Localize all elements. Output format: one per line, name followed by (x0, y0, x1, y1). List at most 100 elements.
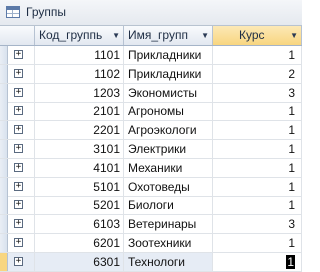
cell-code[interactable]: 2201 (35, 121, 124, 140)
cell-name[interactable]: Биологи (124, 196, 213, 215)
row-selector[interactable] (0, 234, 8, 252)
table-icon (6, 6, 20, 18)
datasheet-window: Группы Код_группь ▼ Имя_групп ▼ Курс ▼ +… (0, 0, 302, 272)
table-row[interactable]: +1203 Экономисты 3 (0, 83, 302, 103)
cell-code[interactable]: 2101 (35, 102, 124, 121)
expand-plus-icon[interactable]: + (14, 219, 23, 229)
row-expander: + (9, 215, 35, 234)
table-row[interactable]: +5201 Биологи 1 (0, 196, 302, 216)
chevron-down-icon[interactable]: ▼ (201, 26, 209, 45)
cell-course-value-selected[interactable]: 1 (286, 254, 295, 269)
cell-code[interactable]: 1102 (35, 64, 124, 83)
expand-plus-icon[interactable]: + (14, 200, 23, 210)
row-selector[interactable] (0, 64, 8, 83)
table-row[interactable]: +6301 Технологи 1 (0, 252, 302, 272)
cell-course[interactable]: 2 (213, 64, 302, 83)
table-row[interactable]: +3101 Электрики 1 (0, 140, 302, 159)
cell-code[interactable]: 6301 (35, 252, 124, 271)
cell-code[interactable]: 1203 (35, 83, 124, 102)
row-selector[interactable] (0, 83, 8, 102)
cell-name[interactable]: Экономисты (124, 83, 213, 102)
cell-code[interactable]: 5201 (35, 196, 124, 215)
cell-name[interactable]: Электрики (124, 140, 213, 158)
expand-plus-icon[interactable]: + (14, 144, 23, 153)
select-all-corner[interactable] (0, 26, 35, 45)
cell-code[interactable]: 6201 (35, 234, 124, 252)
expand-plus-icon[interactable]: + (14, 106, 23, 116)
cell-course[interactable]: 1 (213, 46, 302, 64)
cell-course[interactable]: 3 (213, 83, 302, 102)
row-expander: + (9, 252, 35, 271)
column-header-label: Имя_групп (128, 28, 188, 42)
column-header-label: Код_группь (39, 28, 103, 42)
column-header-course[interactable]: Курс ▼ (213, 26, 302, 45)
row-selector[interactable] (0, 121, 8, 140)
table-row[interactable]: +1101 Прикладники 1 (0, 46, 302, 65)
cell-name[interactable]: Агрономы (124, 102, 213, 121)
row-selector[interactable] (0, 177, 8, 196)
column-header-name[interactable]: Имя_групп ▼ (124, 26, 213, 45)
expand-plus-icon[interactable]: + (14, 50, 23, 59)
datasheet-grid: Код_группь ▼ Имя_групп ▼ Курс ▼ +1101 При… (0, 26, 302, 272)
row-selector[interactable] (0, 215, 8, 234)
cell-name[interactable]: Прикладники (124, 46, 213, 64)
cell-name[interactable]: Зоотехники (124, 234, 213, 252)
cell-course[interactable]: 1 (213, 177, 302, 196)
expand-plus-icon[interactable]: + (14, 181, 23, 191)
expand-plus-icon[interactable]: + (14, 125, 23, 135)
expand-plus-icon[interactable]: + (14, 256, 23, 266)
row-selector[interactable] (0, 252, 8, 271)
row-selector[interactable] (0, 196, 8, 215)
expand-plus-icon[interactable]: + (14, 68, 23, 78)
cell-name[interactable]: Прикладники (124, 64, 213, 83)
row-expander: + (9, 158, 35, 177)
window-tab[interactable]: Группы (0, 0, 302, 26)
row-expander: + (9, 140, 35, 158)
table-row[interactable]: +5101 Охотоведы 1 (0, 177, 302, 197)
row-expander: + (9, 196, 35, 215)
cell-name[interactable]: Агроэкологи (124, 121, 213, 140)
cell-name[interactable]: Механики (124, 158, 213, 177)
table-row[interactable]: +6201 Зоотехники 1 (0, 234, 302, 253)
row-selector[interactable] (0, 158, 8, 177)
cell-course[interactable]: 1 (213, 102, 302, 121)
table-row[interactable]: +4101 Механики 1 (0, 158, 302, 178)
cell-name[interactable]: Технологи (124, 252, 213, 271)
cell-course[interactable]: 1 (213, 121, 302, 140)
cell-course[interactable]: 3 (213, 215, 302, 234)
cell-course[interactable]: 1 (213, 234, 302, 252)
cell-course[interactable]: 1 (213, 140, 302, 158)
header-row: Код_группь ▼ Имя_групп ▼ Курс ▼ (0, 26, 302, 46)
table-row[interactable]: +2101 Агрономы 1 (0, 102, 302, 122)
expand-plus-icon[interactable]: + (14, 162, 23, 172)
table-row[interactable]: +2201 Агроэкологи 1 (0, 121, 302, 141)
chevron-down-icon[interactable]: ▼ (290, 26, 298, 45)
cell-course[interactable]: 1 (213, 158, 302, 177)
row-selector[interactable] (0, 102, 8, 121)
cell-course[interactable]: 1 (213, 196, 302, 215)
column-header-code[interactable]: Код_группь ▼ (35, 26, 124, 45)
chevron-down-icon[interactable]: ▼ (112, 26, 120, 45)
window-title: Группы (26, 5, 66, 19)
cell-course[interactable]: 1 (213, 252, 302, 271)
cell-code[interactable]: 1101 (35, 46, 124, 64)
cell-name[interactable]: Охотоведы (124, 177, 213, 196)
expand-plus-icon[interactable]: + (14, 87, 23, 97)
cell-code[interactable]: 5101 (35, 177, 124, 196)
row-selector[interactable] (0, 46, 8, 64)
table-row[interactable]: +6103 Ветеринары 3 (0, 215, 302, 235)
row-expander: + (9, 46, 35, 64)
row-expander: + (9, 83, 35, 102)
cell-code[interactable]: 4101 (35, 158, 124, 177)
row-expander: + (9, 234, 35, 252)
expand-plus-icon[interactable]: + (14, 238, 23, 247)
cell-code[interactable]: 3101 (35, 140, 124, 158)
row-expander: + (9, 102, 35, 121)
table-row[interactable]: +1102 Прикладники 2 (0, 64, 302, 84)
row-selector[interactable] (0, 140, 8, 158)
row-expander: + (9, 177, 35, 196)
cell-code[interactable]: 6103 (35, 215, 124, 234)
cell-name[interactable]: Ветеринары (124, 215, 213, 234)
column-header-label: Курс (239, 28, 265, 42)
row-expander: + (9, 121, 35, 140)
